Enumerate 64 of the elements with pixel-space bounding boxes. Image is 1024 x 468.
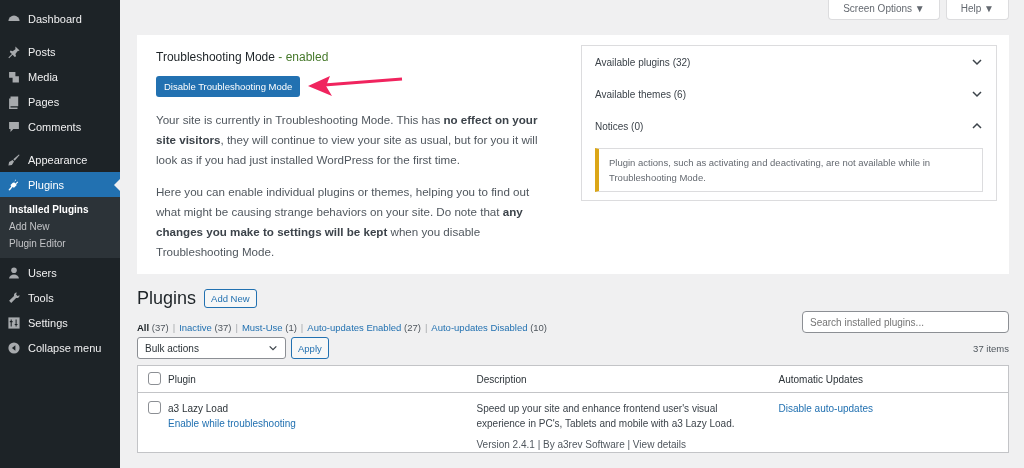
- submenu-item[interactable]: Add New: [0, 218, 120, 235]
- filter-link[interactable]: Inactive (37): [179, 322, 232, 333]
- sidebar-item[interactable]: Comments: [0, 114, 120, 139]
- sidebar-item[interactable]: Settings: [0, 310, 120, 335]
- plugin-description: Speed up your site and enhance frontend user's visual experience in PC's, Tablets and mobile with a3 Lazy Load.: [476, 402, 736, 431]
- filter-separator: |: [172, 322, 176, 333]
- sliders-icon: [7, 315, 21, 330]
- comment-icon: [7, 119, 21, 134]
- apply-button[interactable]: Apply: [291, 337, 329, 359]
- filter-link[interactable]: Must-Use (1): [241, 322, 297, 333]
- submenu-item[interactable]: Installed Plugins: [0, 201, 120, 218]
- plugin-name: a3 Lazy Load: [168, 402, 230, 416]
- filter-link[interactable]: Auto-updates Enabled (27): [307, 322, 421, 333]
- disable-button[interactable]: Disable Troubleshooting Mode: [156, 75, 301, 97]
- filter-link[interactable]: Auto-updates Disabled (10): [431, 322, 548, 333]
- sidebar-item[interactable]: Dashboard: [0, 6, 120, 31]
- row-checkbox[interactable]: [148, 401, 161, 414]
- section-title: Troubleshooting Mode - enabled: [156, 50, 330, 64]
- sidebar-item[interactable]: Pages: [0, 89, 120, 114]
- sidebar-item[interactable]: Appearance: [0, 147, 120, 172]
- chevron-down-icon: [971, 88, 983, 100]
- item-count: 37 items: [973, 342, 1009, 354]
- filter-separator: |: [235, 322, 238, 333]
- tab-toggle-button[interactable]: Screen Options ▼: [828, 0, 940, 20]
- sidebar-item[interactable]: Plugins: [0, 172, 120, 197]
- chevron-down-icon: [971, 56, 983, 68]
- media-icon: [7, 69, 21, 84]
- bulk-actions-dropdown[interactable]: Bulk actions: [137, 337, 286, 359]
- page-title: Plugins: [137, 288, 197, 309]
- collapse-icon: [7, 340, 21, 355]
- sidebar-item[interactable]: Media: [0, 64, 120, 89]
- auto-update-link[interactable]: Disable auto-updates: [778, 403, 873, 414]
- filter-link[interactable]: All (37): [137, 322, 169, 333]
- select-all-checkbox[interactable]: [148, 371, 161, 385]
- wrench-icon: [7, 290, 21, 305]
- warning-notice: Plugin actions, such as activating and deactivating, are not available while in Troubleshooting Mode.: [595, 148, 983, 192]
- search-field[interactable]: Search installed plugins...: [802, 311, 1009, 333]
- user-icon: [7, 265, 21, 280]
- submenu-item[interactable]: Plugin Editor: [0, 235, 120, 252]
- brush-icon: [7, 152, 21, 167]
- pin-icon: [7, 44, 21, 59]
- enable-link[interactable]: Enable while troubleshooting: [168, 416, 465, 431]
- filter-separator: |: [424, 322, 428, 333]
- sidebar-item[interactable]: Collapse menu: [0, 335, 120, 360]
- add-new-button[interactable]: Add New: [204, 289, 257, 308]
- pages-icon: [7, 94, 21, 109]
- column-header: Automatic Updates: [772, 365, 1009, 393]
- plug-icon: [7, 177, 21, 192]
- chevron-down-icon: [268, 343, 278, 353]
- status-label: - enabled: [278, 50, 329, 64]
- column-header: Plugin: [162, 365, 471, 393]
- description-paragraph: Here you can enable individual plugins or themes, helping you to find out what might be causing strange behaviors on your site. Do note that any changes you make to settings will be kept when you disable Troubleshooting Mode.: [156, 184, 531, 260]
- sidebar-item[interactable]: Tools: [0, 285, 120, 310]
- accordion-header[interactable]: Available themes (6): [595, 78, 983, 110]
- tab-toggle-button[interactable]: Help ▼: [945, 0, 1009, 20]
- accordion-header[interactable]: Notices (0): [595, 110, 983, 142]
- plugin-meta: Version 2.4.1 | By a3rev Software | View details: [476, 438, 688, 452]
- sidebar-item[interactable]: Users: [0, 260, 120, 285]
- accordion-header[interactable]: Available plugins (32): [595, 46, 983, 78]
- pointer-arrow-icon: [306, 74, 405, 98]
- column-header: Description: [470, 365, 773, 393]
- filter-separator: |: [300, 322, 304, 333]
- description-paragraph: Your site is currently in Troubleshooting Mode. This has no effect on your site visitors, they will continue to view your site as usual, but for you it will look as if you had just installed WordPress for the first time.: [156, 112, 539, 168]
- sidebar-item[interactable]: Posts: [0, 39, 120, 64]
